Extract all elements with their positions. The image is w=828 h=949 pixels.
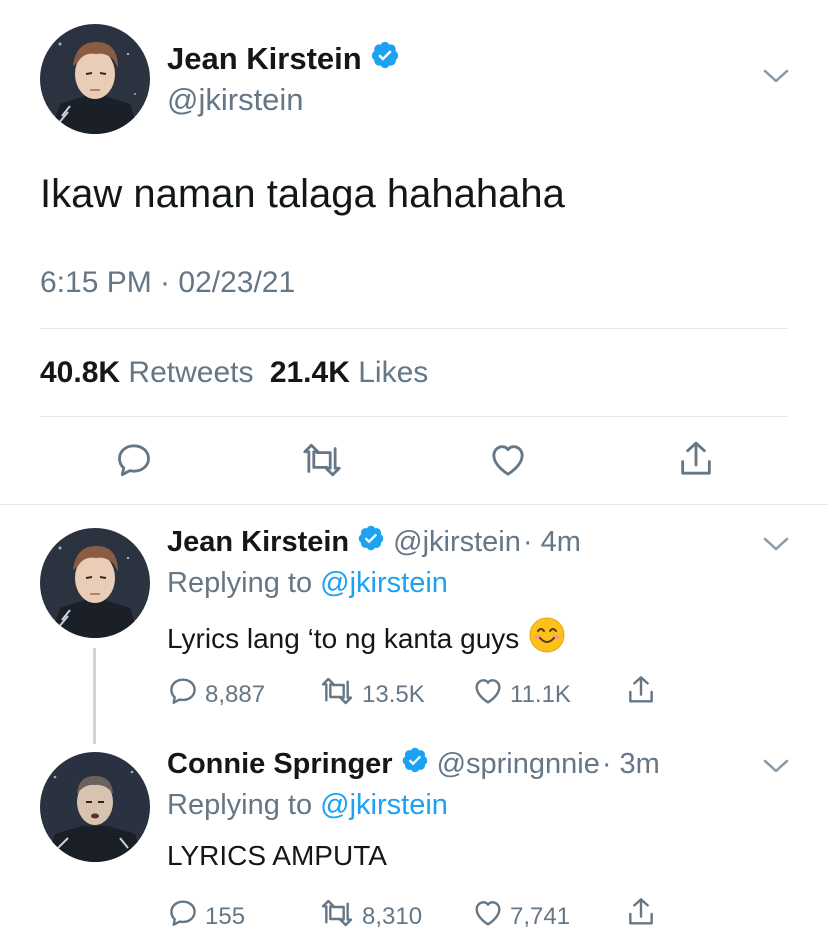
retweet-action[interactable]: 8,310 [318,897,422,936]
replying-to-prefix: Replying to [167,789,313,821]
main-author-name-row: Jean Kirstein [167,40,400,78]
chevron-down-icon[interactable] [762,534,790,559]
reply-icon[interactable] [114,440,154,485]
replying-to-handle-link[interactable]: @jkirstein [320,789,448,821]
likes-label[interactable]: Likes [358,356,428,389]
like-icon[interactable] [472,675,504,714]
retweet-count: 13.5K [362,680,425,708]
reply-author-handle[interactable]: @springnnie [437,748,600,781]
avatar-connie[interactable] [40,752,150,862]
retweets-count[interactable]: 40.8K [40,356,120,389]
reply-header: Jean Kirstein @jkirstein · 4m [167,524,581,560]
reply-author-name[interactable]: Connie Springer [167,748,393,781]
divider [40,416,788,417]
reply-count: 8,887 [205,680,266,708]
tweet-text: Ikaw naman talaga hahahaha [40,172,565,216]
retweet-icon[interactable] [299,440,345,485]
thread-connector-line [93,648,96,744]
like-count: 11.1K [510,680,571,708]
like-icon[interactable] [472,897,504,936]
like-action[interactable]: 7,741 [472,897,570,936]
reply-text: LYRICS AMPUTA [167,840,387,871]
retweets-label[interactable]: Retweets [128,356,253,389]
like-action[interactable]: 11.1K [472,675,571,714]
retweet-action[interactable]: 13.5K [318,675,425,714]
avatar-jean[interactable] [40,528,150,638]
replying-to-handle-link[interactable]: @jkirstein [320,567,448,599]
divider [0,504,828,505]
reply-count: 155 [205,902,246,930]
reply-author-handle[interactable]: @jkirstein [393,526,521,559]
main-author-name[interactable]: Jean Kirstein [167,41,362,77]
tweet-timestamp[interactable]: 6:15 PM · 02/23/21 [40,266,295,300]
reply-action[interactable]: 8,887 [167,675,265,714]
engagement-stats: 40.8K Retweets 21.4K Likes [40,356,428,390]
share-icon[interactable] [676,438,716,485]
share-action[interactable] [625,895,657,936]
smiling-face-icon [529,617,565,660]
retweet-icon[interactable] [318,675,356,714]
share-icon[interactable] [625,673,657,714]
verified-badge-icon [357,524,385,560]
likes-count[interactable]: 21.4K [270,356,350,389]
chevron-down-icon[interactable] [762,756,790,781]
reply-text-row: LYRICS AMPUTA [167,840,387,872]
reply-action[interactable]: 155 [167,897,245,936]
main-author-handle[interactable]: @jkirstein [167,82,304,118]
avatar-jean[interactable] [40,24,150,134]
like-icon[interactable] [488,440,528,485]
divider [40,328,788,329]
verified-badge-icon [370,40,400,78]
like-count: 7,741 [510,902,571,930]
replying-to-line: Replying to @jkirstein [167,567,448,600]
retweet-count: 8,310 [362,902,423,930]
reply-header: Connie Springer @springnnie · 3m [167,746,660,782]
chevron-down-icon[interactable] [762,66,790,91]
share-action[interactable] [625,673,657,714]
reply-time-ago[interactable]: · 3m [602,748,660,781]
share-icon[interactable] [625,895,657,936]
reply-icon[interactable] [167,897,199,936]
replying-to-prefix: Replying to [167,567,313,599]
retweet-icon[interactable] [318,897,356,936]
reply-time-ago[interactable]: · 4m [523,526,581,559]
reply-text: Lyrics lang ‘to ng kanta guys [167,622,520,654]
verified-badge-icon [401,746,429,782]
reply-icon[interactable] [167,675,199,714]
reply-text-row: Lyrics lang ‘to ng kanta guys [167,617,565,660]
reply-author-name[interactable]: Jean Kirstein [167,526,349,559]
replying-to-line: Replying to @jkirstein [167,789,448,822]
